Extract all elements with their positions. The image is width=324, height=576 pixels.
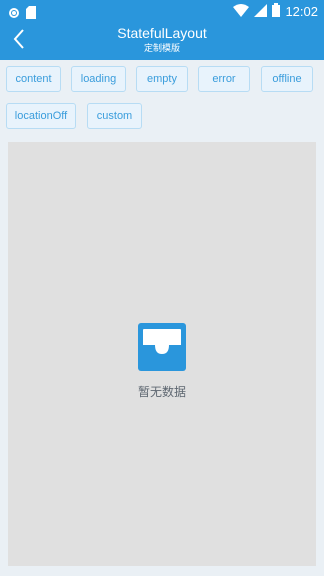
content-button[interactable]: content bbox=[6, 66, 61, 92]
signal-icon bbox=[254, 2, 268, 21]
inbox-icon bbox=[138, 323, 186, 371]
custom-button[interactable]: custom bbox=[87, 103, 142, 129]
location-off-button[interactable]: locationOff bbox=[6, 103, 76, 129]
status-time: 12:02 bbox=[285, 3, 318, 19]
empty-button[interactable]: empty bbox=[136, 66, 188, 92]
status-bar: 12:02 bbox=[0, 0, 324, 22]
state-panel: 暂无数据 bbox=[8, 142, 316, 566]
offline-button[interactable]: offline bbox=[261, 66, 313, 92]
error-button[interactable]: error bbox=[198, 66, 250, 92]
empty-state-text: 暂无数据 bbox=[137, 385, 186, 399]
app-bar: StatefulLayout 定制模版 bbox=[0, 22, 324, 60]
title-block: StatefulLayout 定制模版 bbox=[0, 24, 324, 56]
circle-icon bbox=[8, 4, 20, 23]
battery-icon bbox=[272, 2, 281, 21]
page-title: StatefulLayout bbox=[117, 25, 207, 41]
sim-card-icon bbox=[26, 4, 36, 23]
loading-button[interactable]: loading bbox=[71, 66, 126, 92]
wifi-icon bbox=[233, 2, 250, 21]
page-subtitle: 定制模版 bbox=[143, 44, 180, 54]
